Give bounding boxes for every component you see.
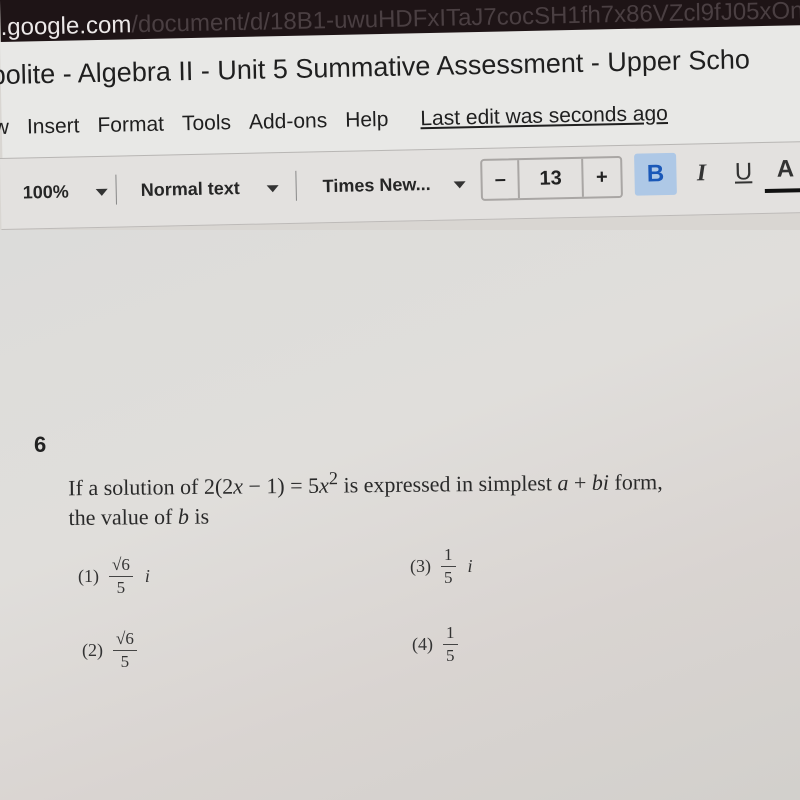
fraction: √6 5 xyxy=(113,630,137,671)
imaginary-unit: i xyxy=(144,565,150,586)
bold-button[interactable]: B xyxy=(634,152,677,196)
font-select[interactable]: Times New... xyxy=(322,173,466,197)
answer-choice-4[interactable]: (4) 1 5 xyxy=(412,624,458,665)
fraction: 1 5 xyxy=(443,624,458,665)
toolbar-divider xyxy=(115,174,118,205)
underline-button[interactable]: U xyxy=(722,151,765,194)
last-edit-link[interactable]: Last edit was seconds ago xyxy=(420,102,668,131)
chevron-down-icon xyxy=(95,188,108,196)
font-value: Times New... xyxy=(322,173,431,197)
paragraph-style-value: Normal text xyxy=(140,177,240,201)
font-size-input[interactable]: 13 xyxy=(519,158,584,199)
zoom-value: 100% xyxy=(22,181,69,203)
menu-format[interactable]: Format xyxy=(97,113,164,138)
menu-bar: w Insert Format Tools Add-ons Help Last … xyxy=(0,102,668,140)
font-size-stepper: – 13 + xyxy=(480,155,623,201)
choice-label: (1) xyxy=(78,565,99,586)
choice-label: (4) xyxy=(412,633,433,654)
fraction: 1 5 xyxy=(441,546,456,587)
chevron-down-icon xyxy=(453,181,466,189)
answer-choice-1[interactable]: (1) √6 5 i xyxy=(78,556,150,597)
menu-help[interactable]: Help xyxy=(345,108,389,133)
text-color-button[interactable]: A xyxy=(764,150,800,193)
increase-font-size-button[interactable]: + xyxy=(583,158,621,197)
document-title[interactable]: polite - Algebra II - Unit 5 Summative A… xyxy=(0,44,750,91)
toolbar-divider xyxy=(295,170,297,201)
answer-choice-2[interactable]: (2) √6 5 xyxy=(82,630,137,671)
docs-header: polite - Algebra II - Unit 5 Summative A… xyxy=(0,24,800,160)
zoom-select[interactable]: 100% xyxy=(23,181,108,204)
question-number: 6 xyxy=(34,432,47,457)
chevron-down-icon xyxy=(266,184,279,193)
url-domain: .google.com xyxy=(0,11,132,41)
fraction: √6 5 xyxy=(109,556,133,597)
menu-tools[interactable]: Tools xyxy=(182,111,232,136)
choice-label: (2) xyxy=(82,639,103,660)
decrease-font-size-button[interactable]: – xyxy=(482,160,521,199)
menu-insert[interactable]: Insert xyxy=(27,114,80,139)
choice-label: (3) xyxy=(410,555,431,576)
paragraph-style-select[interactable]: Normal text xyxy=(140,177,279,201)
italic-button[interactable]: I xyxy=(680,152,723,195)
question-text: If a solution of 2(2x − 1) = 5x2 is expr… xyxy=(68,458,800,533)
answer-choice-3[interactable]: (3) 1 5 i xyxy=(410,546,473,587)
menu-add-ons[interactable]: Add-ons xyxy=(249,109,328,135)
imaginary-unit: i xyxy=(467,555,473,576)
menu-view[interactable]: w xyxy=(0,116,9,140)
